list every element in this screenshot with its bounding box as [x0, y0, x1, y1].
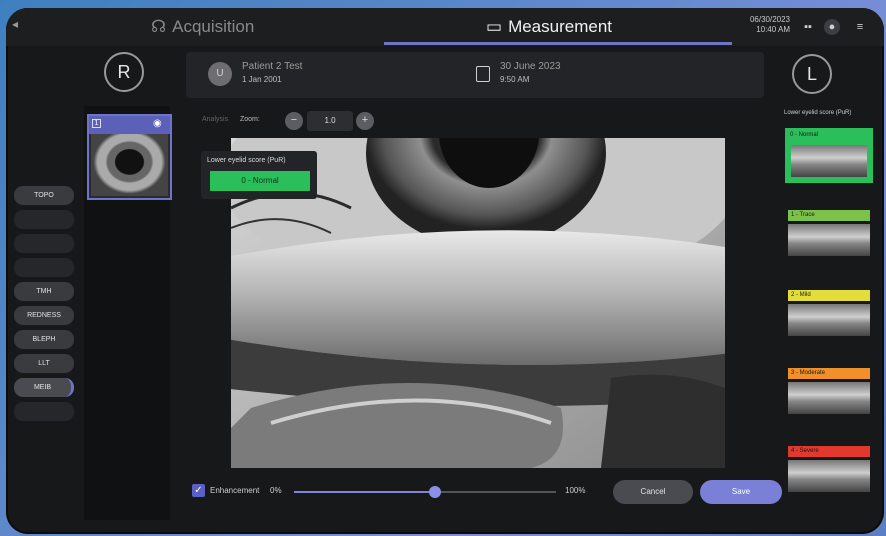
- save-button[interactable]: Save: [700, 480, 782, 504]
- visibility-icon[interactable]: ◉: [153, 118, 167, 130]
- enhancement-slider-fill: [294, 491, 436, 493]
- grading-title: Lower eyelid score (PuR): [784, 110, 852, 116]
- zoom-value[interactable]: 1.0: [307, 111, 353, 131]
- grade-option-3[interactable]: 3 - Moderate: [788, 368, 870, 414]
- nav-item-7[interactable]: LLT: [14, 354, 74, 373]
- acquisition-icon: ☊: [151, 17, 167, 36]
- exam-time: 9:50 AM: [500, 75, 530, 84]
- nav-item-9[interactable]: [14, 402, 74, 421]
- grade-label: 4 - Severe: [788, 446, 870, 457]
- enhancement-checkbox[interactable]: ✓: [192, 484, 205, 497]
- zoom-in-button[interactable]: +: [356, 112, 374, 130]
- home-icon[interactable]: ◂: [12, 17, 28, 33]
- cancel-button[interactable]: Cancel: [613, 480, 693, 504]
- zoom-label: Zoom:: [240, 116, 260, 123]
- thumbnail-header: 1 ◉: [89, 116, 170, 134]
- grade-option-1[interactable]: 1 - Trace: [788, 210, 870, 256]
- enhancement-label: Enhancement: [210, 486, 260, 495]
- nav-item-2[interactable]: [14, 234, 74, 253]
- capture-thumbnails: 1 ◉: [84, 106, 172, 520]
- tab-acquisition[interactable]: ☊ Acquisition: [151, 16, 254, 38]
- patient-dob: 1 Jan 2001: [242, 75, 282, 84]
- enhancement-min: 0%: [270, 486, 282, 495]
- patient-name: Patient 2 Test: [242, 61, 303, 72]
- grade-option-2[interactable]: 2 - Mild: [788, 290, 870, 336]
- nav-item-8[interactable]: MEIB: [14, 378, 74, 397]
- menu-icon[interactable]: ≡: [852, 19, 868, 35]
- grade-label: 0 - Normal: [787, 130, 871, 141]
- grade-option-0[interactable]: 0 - Normal: [785, 128, 873, 183]
- grade-reference-image: [788, 224, 870, 256]
- tab-acquisition-label: Acquisition: [172, 17, 255, 36]
- score-overlay: Lower eyelid score (PuR) 0 - Normal: [201, 151, 317, 199]
- left-eye-button[interactable]: L: [792, 54, 832, 94]
- grade-reference-image: [791, 145, 867, 177]
- enhancement-max: 100%: [565, 486, 586, 495]
- patient-info-bar: U Patient 2 Test 1 Jan 2001 30 June 2023…: [186, 52, 764, 98]
- grid-icon[interactable]: ▪▪: [800, 19, 816, 35]
- thumbnail-checkbox[interactable]: 1: [92, 119, 101, 128]
- patient-avatar: U: [208, 62, 232, 86]
- thumbnail-image: [91, 134, 168, 196]
- zoom-out-button[interactable]: −: [285, 112, 303, 130]
- analysis-label: Analysis: [202, 116, 229, 123]
- enhancement-slider-thumb[interactable]: [429, 486, 442, 498]
- grading-panel: Lower eyelid score (PuR) 0 - Normal 1 - T…: [784, 106, 876, 520]
- nav-item-1[interactable]: [14, 210, 74, 229]
- grade-reference-image: [788, 382, 870, 414]
- active-tab-indicator: [384, 42, 732, 45]
- capture-thumbnail[interactable]: 1 ◉: [87, 114, 172, 200]
- exam-nav: TOPO TMH REDNESS BLEPH LLT MEIB: [14, 186, 80, 426]
- tab-measurement-label: Measurement: [508, 17, 612, 36]
- exam-date: 30 June 2023: [500, 61, 561, 72]
- current-time: 10:40 AM: [756, 25, 790, 34]
- calendar-icon: [476, 66, 490, 82]
- user-icon[interactable]: ●: [824, 19, 840, 35]
- grade-option-4[interactable]: 4 - Severe: [788, 446, 870, 492]
- score-value[interactable]: 0 - Normal: [210, 171, 310, 191]
- tab-measurement[interactable]: ▭ Measurement: [486, 16, 612, 38]
- nav-item-6[interactable]: BLEPH: [14, 330, 74, 349]
- current-date: 06/30/2023: [749, 15, 790, 24]
- enhancement-slider[interactable]: [294, 486, 556, 498]
- grade-label: 2 - Mild: [788, 290, 870, 301]
- score-label: Lower eyelid score (PuR): [207, 157, 286, 164]
- nav-item-3[interactable]: [14, 258, 74, 277]
- datetime: 06/30/2023 10:40 AM: [728, 15, 790, 35]
- nav-item-0[interactable]: TOPO: [14, 186, 74, 205]
- measurement-icon: ▭: [486, 17, 503, 36]
- right-eye-button[interactable]: R: [104, 52, 144, 92]
- grade-reference-image: [788, 304, 870, 336]
- grade-reference-image: [788, 460, 870, 492]
- top-bar: ◂ ☊ Acquisition ▭ Measurement 06/30/2023…: [6, 8, 884, 46]
- grade-label: 1 - Trace: [788, 210, 870, 221]
- grade-label: 3 - Moderate: [788, 368, 870, 379]
- nav-item-4[interactable]: TMH: [14, 282, 74, 301]
- app-window: ◂ ☊ Acquisition ▭ Measurement 06/30/2023…: [6, 8, 884, 534]
- nav-item-5[interactable]: REDNESS: [14, 306, 74, 325]
